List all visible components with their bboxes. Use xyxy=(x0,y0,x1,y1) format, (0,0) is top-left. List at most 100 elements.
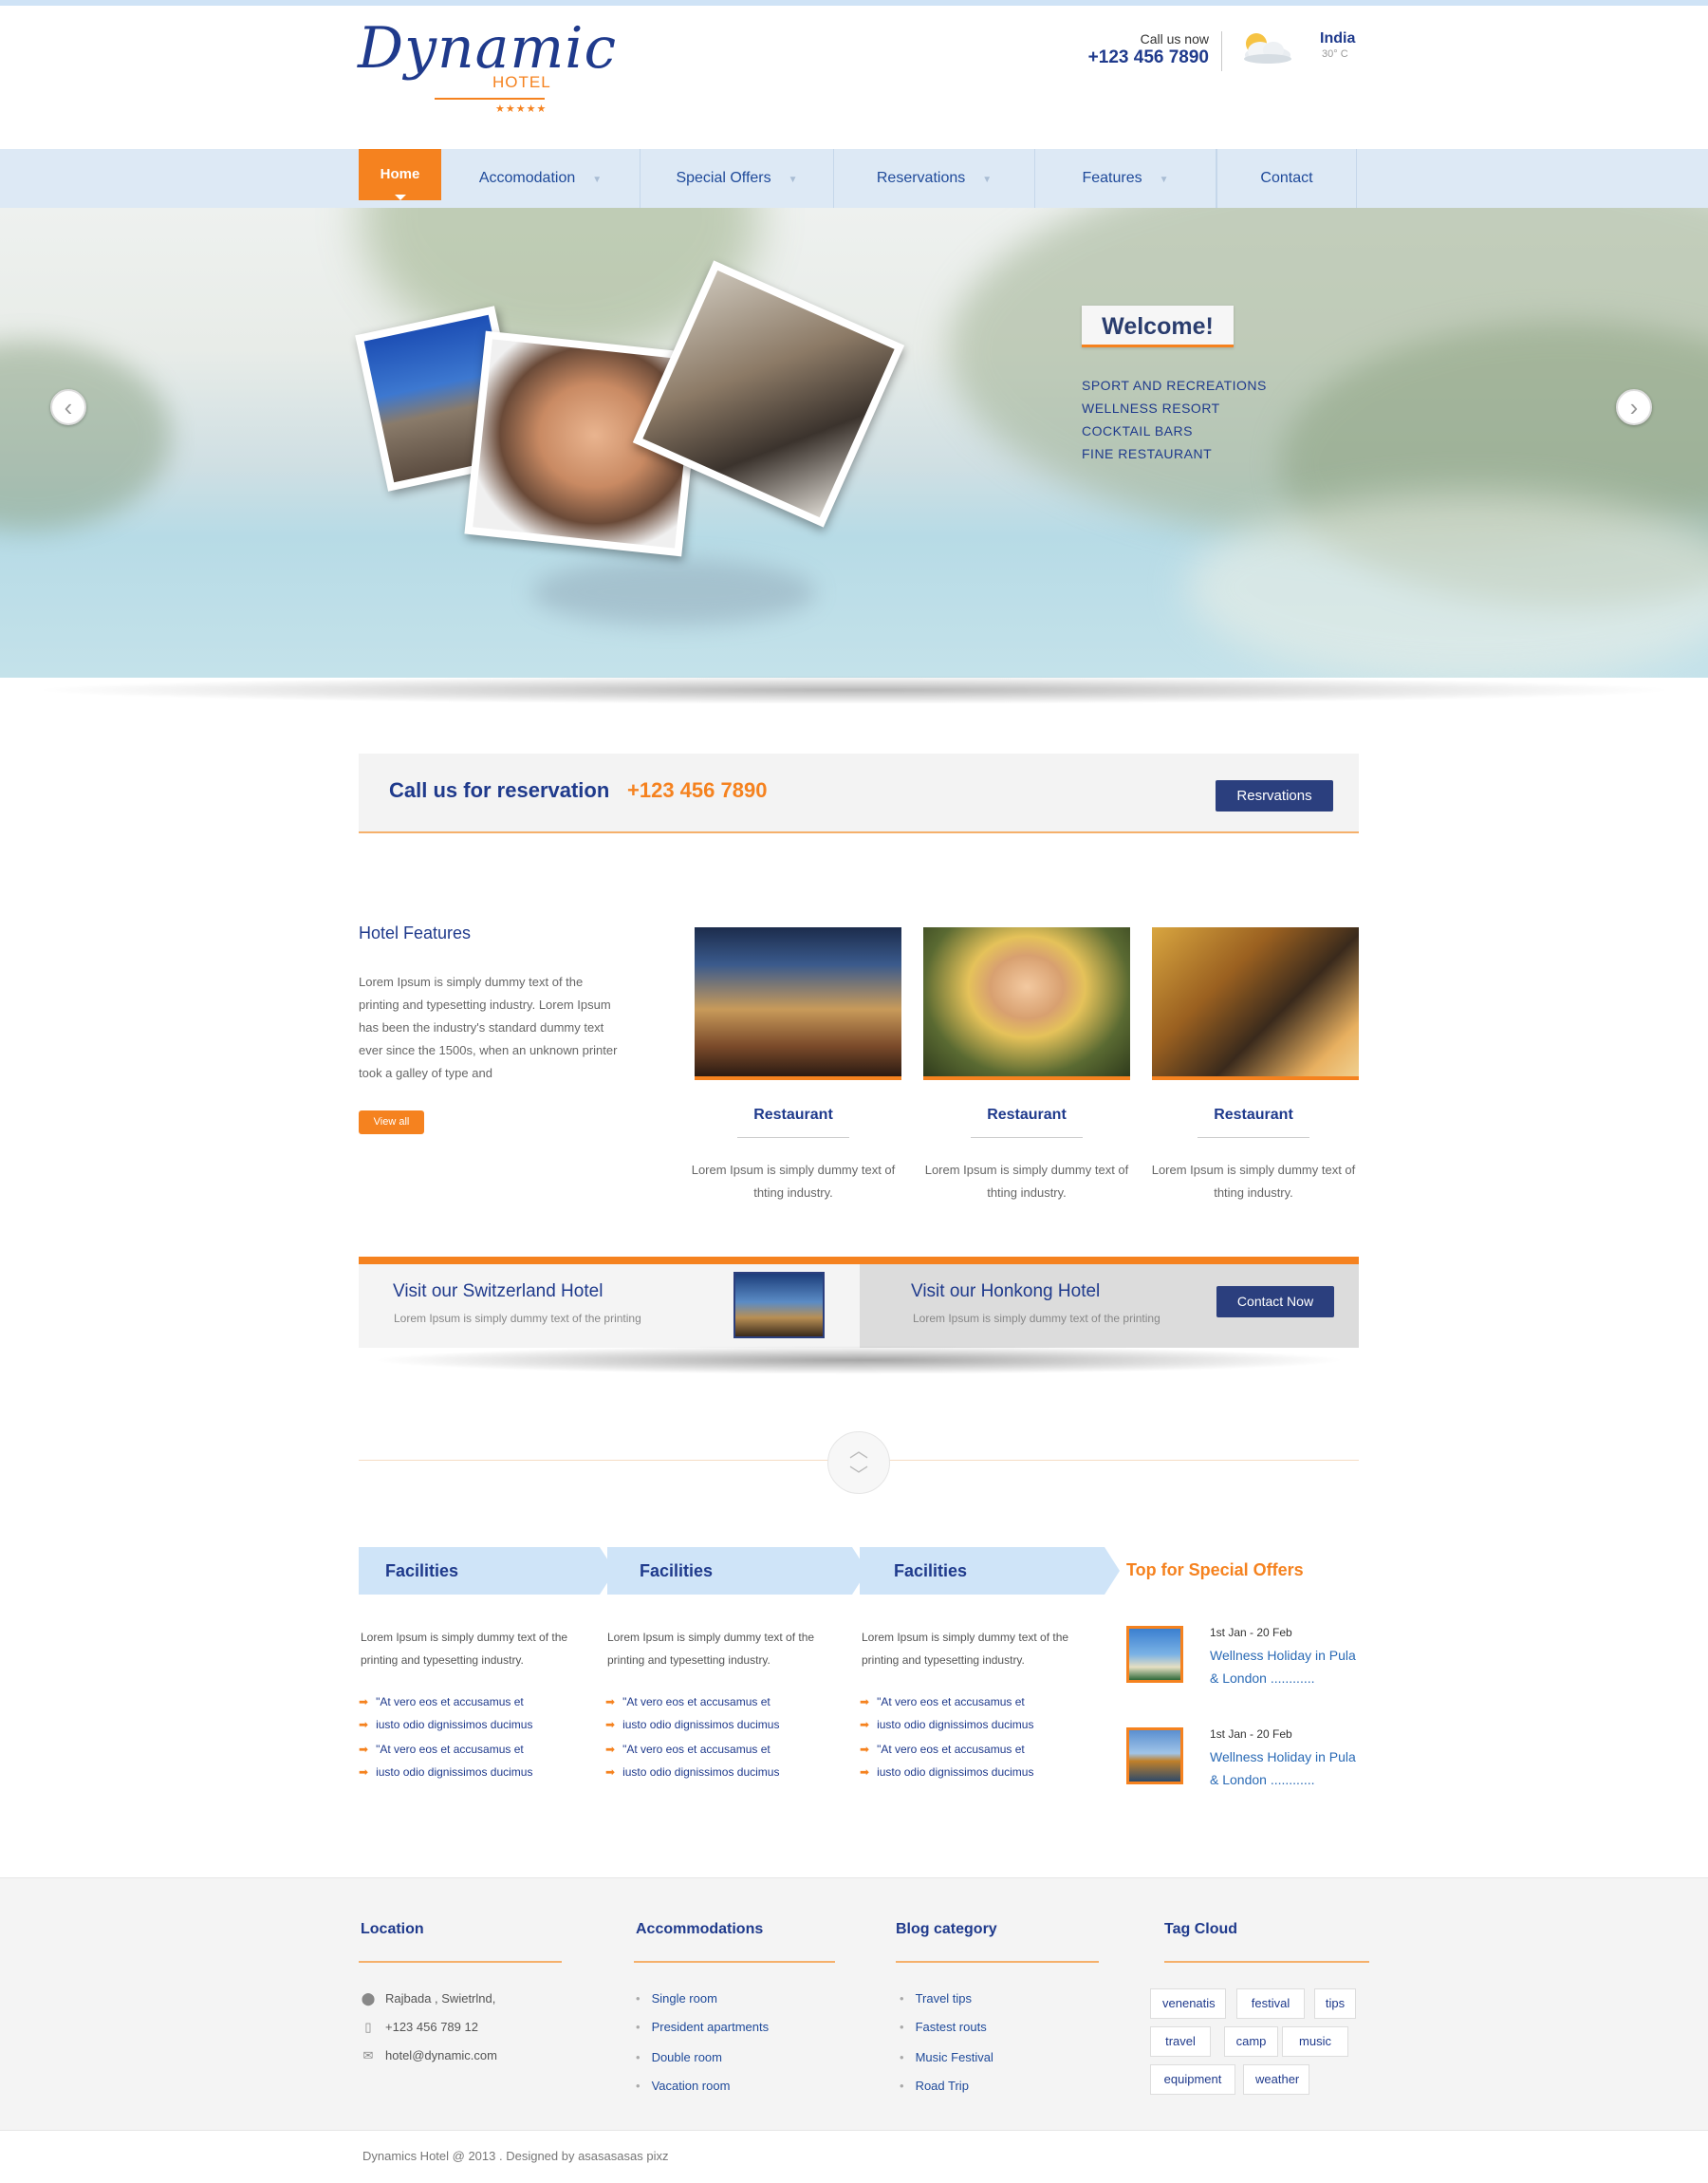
nav-item-label: Accomodation xyxy=(478,170,576,186)
footer-email[interactable]: ✉ hotel@dynamic.com xyxy=(361,2048,497,2063)
feature-card-title[interactable]: Restaurant xyxy=(923,1107,1130,1124)
facilities-bullet[interactable]: ➡ "At vero eos et accusamus et xyxy=(860,1743,1025,1756)
offer-thumbnail[interactable] xyxy=(1126,1727,1183,1784)
visit-shadow xyxy=(370,1346,1347,1374)
nav-item-home[interactable]: Home xyxy=(359,149,441,200)
arrow-right-icon: ➡ xyxy=(860,1695,870,1708)
facilities-bullet[interactable]: ➡ iusto odio dignissimos ducimus xyxy=(359,1765,532,1779)
reservation-phone: +123 456 7890 xyxy=(627,778,768,802)
visit-hotel-thumbnail[interactable] xyxy=(733,1272,825,1338)
facilities-bullet[interactable]: ➡ iusto odio dignissimos ducimus xyxy=(860,1718,1033,1731)
mail-icon: ✉ xyxy=(362,2048,374,2062)
slider-next-button[interactable]: › xyxy=(1616,389,1652,425)
nav-item-label: Reservations xyxy=(876,170,966,186)
hotel-features-text: Lorem Ipsum is simply dummy text of the … xyxy=(359,975,618,1080)
feature-image-tennis[interactable] xyxy=(923,927,1130,1080)
footer-blog-title: Blog category xyxy=(896,1921,997,1937)
nav-item-reservations[interactable]: Reservations ▼ xyxy=(834,149,1035,208)
facilities-bullet[interactable]: ➡ "At vero eos et accusamus et xyxy=(860,1695,1025,1708)
logo-wordmark[interactable]: Dynamic xyxy=(358,15,617,82)
facilities-bullet[interactable]: ➡ "At vero eos et accusamus et xyxy=(359,1743,524,1756)
arrow-right-icon: ➡ xyxy=(860,1765,870,1779)
facilities-bullet[interactable]: ➡ "At vero eos et accusamus et xyxy=(605,1743,770,1756)
facilities-tab-label: Facilities xyxy=(385,1561,459,1580)
slider-prev-button[interactable]: ‹ xyxy=(50,389,86,425)
offer-thumbnail[interactable] xyxy=(1126,1626,1183,1683)
chevron-down-icon: ▼ xyxy=(788,175,798,185)
logo-underline xyxy=(435,98,545,100)
nav-item-special-offers[interactable]: Special Offers ▼ xyxy=(640,149,834,208)
nav-item-features[interactable]: Features ▼ xyxy=(1035,149,1216,208)
footer-location-title: Location xyxy=(361,1921,424,1937)
footer-phone: ▯ +123 456 789 12 xyxy=(361,2020,478,2035)
feature-card-title[interactable]: Restaurant xyxy=(1150,1107,1357,1124)
reservations-button[interactable]: Resrvations xyxy=(1216,780,1333,812)
view-all-button[interactable]: View all xyxy=(359,1110,424,1134)
weather-temperature: 30° C xyxy=(1322,48,1348,60)
chevron-down-icon: ﹀ xyxy=(849,1465,868,1486)
feature-image-bar[interactable] xyxy=(1152,927,1359,1080)
arrow-right-icon: ➡ xyxy=(605,1765,616,1779)
facilities-tab-label: Facilities xyxy=(894,1561,968,1580)
facilities-bullet[interactable]: ➡ iusto odio dignissimos ducimus xyxy=(359,1718,532,1731)
feature-card-divider xyxy=(971,1137,1083,1138)
tag[interactable]: camp xyxy=(1224,2026,1278,2057)
visit-honkong-text: Lorem Ipsum is simply dummy text of the … xyxy=(913,1312,1160,1325)
footer-link[interactable]: • Double room xyxy=(636,2050,722,2064)
tag[interactable]: tips xyxy=(1314,1988,1356,2019)
footer-link[interactable]: • President apartments xyxy=(636,2020,769,2034)
chevron-right-icon: › xyxy=(1629,393,1639,421)
arrow-right-icon: ➡ xyxy=(605,1695,616,1708)
footer-link[interactable]: • Travel tips xyxy=(900,1991,972,2006)
contact-now-button[interactable]: Contact Now xyxy=(1216,1286,1334,1317)
facilities-bullet[interactable]: ➡ iusto odio dignissimos ducimus xyxy=(605,1718,779,1731)
facilities-bullet[interactable]: ➡ iusto odio dignissimos ducimus xyxy=(605,1765,779,1779)
feature-card-title[interactable]: Restaurant xyxy=(690,1107,897,1124)
scroll-toggle-button[interactable]: ︿ ﹀ xyxy=(827,1431,890,1494)
tag[interactable]: equipment xyxy=(1150,2064,1235,2095)
visit-honkong-title[interactable]: Visit our Honkong Hotel xyxy=(911,1281,1100,1302)
facilities-bullet[interactable]: ➡ iusto odio dignissimos ducimus xyxy=(860,1765,1033,1779)
tag[interactable]: music xyxy=(1282,2026,1348,2057)
footer-link[interactable]: • Music Festival xyxy=(900,2050,993,2064)
feature-card-divider xyxy=(737,1137,849,1138)
phone-icon: ▯ xyxy=(364,2020,372,2034)
tag[interactable]: weather xyxy=(1243,2064,1309,2095)
copyright-text: Dynamics Hotel @ 2013 . Designed by asas… xyxy=(362,2149,669,2163)
facilities-text: Lorem Ipsum is simply dummy text of the … xyxy=(862,1631,1069,1667)
hotel-features-title: Hotel Features xyxy=(359,924,472,942)
feature-card-text: Lorem Ipsum is simply dummy text of thti… xyxy=(691,1163,896,1200)
welcome-item: WELLNESS RESORT xyxy=(1082,401,1220,416)
tag[interactable]: venenatis xyxy=(1150,1988,1226,2019)
tag[interactable]: festival xyxy=(1236,1988,1305,2019)
footer-link[interactable]: • Road Trip xyxy=(900,2079,969,2093)
facilities-tab[interactable]: Facilities xyxy=(860,1547,1120,1595)
arrow-right-icon: ➡ xyxy=(359,1765,369,1779)
nav-item-contact[interactable]: Contact xyxy=(1216,149,1357,208)
arrow-right-icon: ➡ xyxy=(860,1743,870,1756)
facilities-tab[interactable]: Facilities xyxy=(359,1547,615,1595)
facilities-bullet[interactable]: ➡ "At vero eos et accusamus et xyxy=(359,1695,524,1708)
footer-title-underline xyxy=(896,1961,1099,1963)
offer-link[interactable]: Wellness Holiday in Pula & London ......… xyxy=(1210,1644,1362,1689)
footer-accommodations-title: Accommodations xyxy=(636,1921,764,1937)
nav-item-label: Features xyxy=(1082,170,1142,186)
call-label: Call us now xyxy=(1140,31,1209,47)
visit-switzerland-text: Lorem Ipsum is simply dummy text of the … xyxy=(394,1312,641,1325)
cloud-sun-icon xyxy=(1234,30,1294,68)
welcome-heading: Welcome! xyxy=(1082,306,1234,347)
footer-address: ⬤ Rajbada , Swietrlnd, xyxy=(361,1991,496,2006)
facilities-tab[interactable]: Facilities xyxy=(607,1547,867,1595)
visit-accent-bar xyxy=(359,1257,1359,1264)
footer-link[interactable]: • Fastest routs xyxy=(900,2020,987,2034)
visit-switzerland-title[interactable]: Visit our Switzerland Hotel xyxy=(393,1281,603,1302)
feature-image-restaurant[interactable] xyxy=(695,927,901,1080)
offer-link[interactable]: Wellness Holiday in Pula & London ......… xyxy=(1210,1745,1362,1791)
tag[interactable]: travel xyxy=(1150,2026,1211,2057)
nav-item-label: Special Offers xyxy=(676,170,771,186)
nav-item-accomodation[interactable]: Accomodation ▼ xyxy=(441,149,640,208)
footer-link[interactable]: • Vacation room xyxy=(636,2079,730,2093)
footer-link[interactable]: • Single room xyxy=(636,1991,717,2006)
logo-stars: ★★★★★ xyxy=(495,103,548,115)
facilities-bullet[interactable]: ➡ "At vero eos et accusamus et xyxy=(605,1695,770,1708)
